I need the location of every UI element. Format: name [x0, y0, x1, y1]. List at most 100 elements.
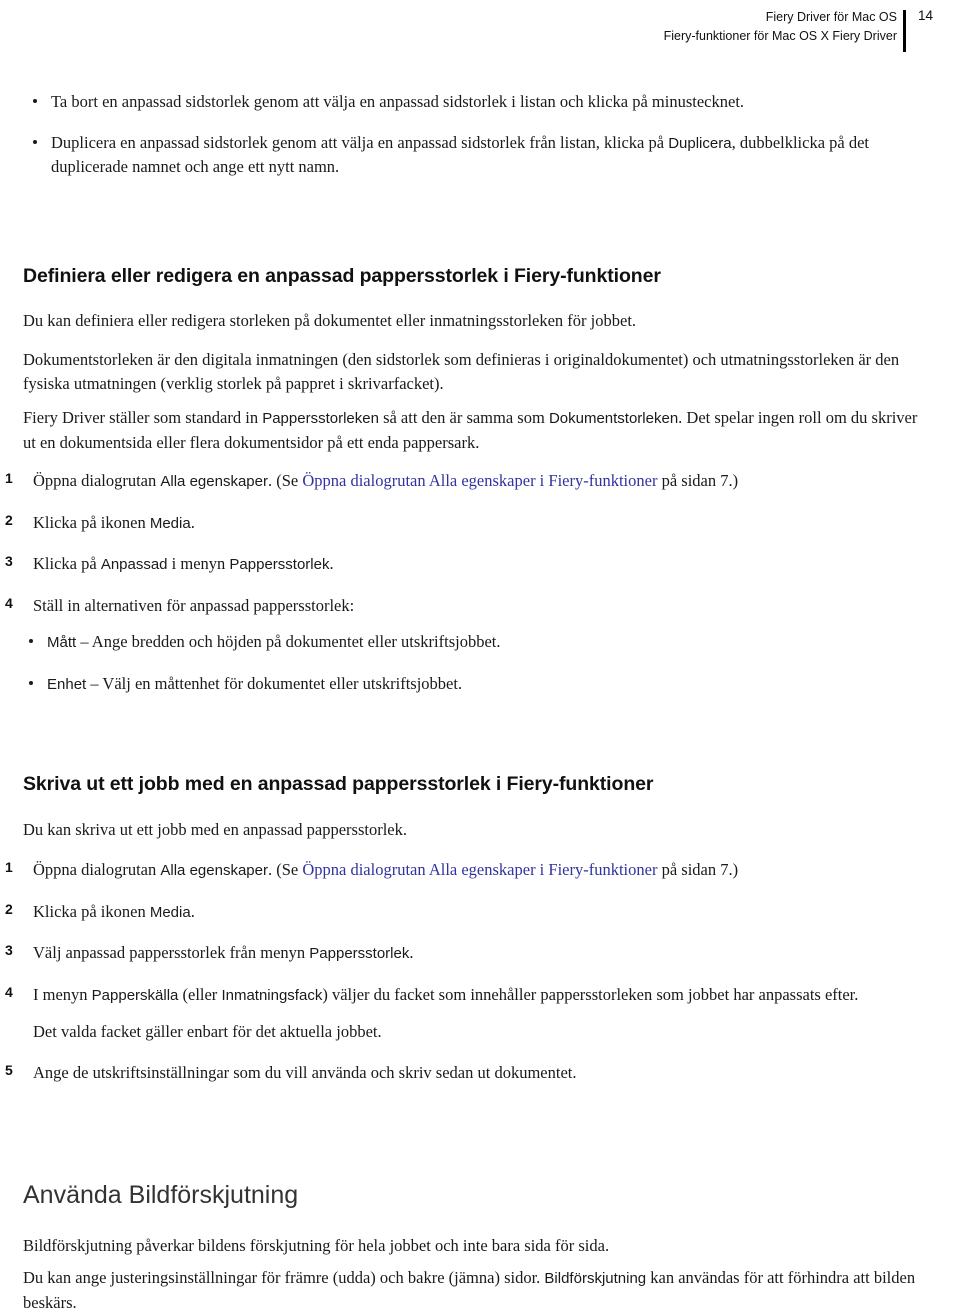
ui-term-duplicera: Duplicera: [668, 134, 732, 152]
step-item-1: 1 Öppna dialogrutan Alla egenskaper. (Se…: [0, 858, 930, 883]
step-text: Öppna dialogrutan Alla egenskaper. (Se Ö…: [33, 858, 930, 883]
section3-paragraph-2: Du kan ange justeringsinställningar för …: [23, 1266, 941, 1314]
ui-term-media: Media: [149, 903, 191, 921]
step-number: 1: [5, 859, 13, 875]
section3-paragraph-1: Bildförskjutning påverkar bildens förskj…: [23, 1236, 610, 1255]
header-title-line2: Fiery-funktioner för Mac OS X Fiery Driv…: [663, 29, 897, 43]
step-text: Klicka på ikonen Media.: [33, 511, 930, 536]
ui-term-enhet: Enhet: [47, 675, 87, 693]
section-heading-anvanda-bildforskjutning: Använda Bildförskjutning: [23, 1181, 299, 1209]
bullet-dot-icon: [33, 99, 37, 103]
step-number: 1: [5, 470, 13, 486]
text-segment: – Ange bredden och höjden på dokumentet …: [76, 632, 501, 651]
section1-intro-paragraph: Du kan definiera eller redigera storleke…: [23, 311, 637, 330]
bullet-dot-icon: [33, 139, 37, 144]
ui-term-pappersstorlek: Pappersstorlek: [229, 556, 330, 573]
ui-term-bildforskjutning: Bildförskjutning: [544, 1270, 647, 1287]
step-4-note: Det valda facket gäller enbart för det a…: [0, 1020, 930, 1044]
ui-term-inmatningsfack: Inmatningsfack: [221, 986, 323, 1004]
step-item-2: 2 Klicka på ikonen Media.: [0, 900, 930, 925]
text-segment: så att den är samma som: [378, 408, 549, 427]
text-segment: – Välj en måttenhet för dokumentet eller…: [86, 673, 463, 693]
step-number: 2: [5, 511, 13, 528]
header-titles: Fiery Driver för Mac OS Fiery-funktioner…: [664, 8, 897, 46]
section1-paragraph-3: Fiery Driver ställer som standard in Pap…: [23, 406, 929, 454]
bullet-text: Ta bort en anpassad sidstorlek genom att…: [51, 90, 925, 114]
ui-term-pappersstorlek: Pappersstorlek: [309, 945, 410, 962]
ui-term-papperskalla: Papperskälla: [91, 986, 179, 1004]
bullet-text-segment: Duplicera en anpassad sidstorlek genom a…: [51, 132, 669, 152]
text-segment: Välj anpassad pappersstorlek från menyn: [33, 943, 310, 962]
section2-intro-paragraph: Du kan skriva ut ett jobb med en anpassa…: [23, 820, 407, 839]
step-text: Ställ in alternativen för anpassad pappe…: [33, 595, 355, 615]
list-item: Duplicera en anpassad sidstorlek genom a…: [23, 131, 925, 179]
section1-paragraph-2: Dokumentstorleken är den digitala inmatn…: [23, 350, 900, 393]
section1-step-list: 1 Öppna dialogrutan Alla egenskaper. (Se…: [0, 469, 930, 617]
step-number: 4: [5, 594, 13, 611]
step-number: 2: [5, 900, 13, 917]
step-text: Ange de utskriftsinställningar som du vi…: [33, 1062, 577, 1082]
text-segment: I menyn: [33, 984, 92, 1004]
ui-term-matt: Mått: [47, 634, 77, 651]
text-segment: .: [409, 943, 414, 962]
ui-term-media: Media: [149, 514, 191, 532]
section-heading-definiera: Definiera eller redigera en anpassad pap…: [23, 265, 661, 287]
section1-sub-bullet-list: Mått – Ange bredden och höjden på dokume…: [21, 630, 901, 696]
text-segment: . (Se: [267, 471, 303, 490]
text-segment: Öppna dialogrutan: [33, 471, 161, 490]
section2-step-list: 1 Öppna dialogrutan Alla egenskaper. (Se…: [0, 858, 930, 1084]
bullet-dot-icon: [29, 639, 33, 643]
sub-bullet-text: Enhet – Välj en måttenhet för dokumentet…: [47, 672, 901, 697]
list-item: Enhet – Välj en måttenhet för dokumentet…: [21, 672, 901, 697]
bullet-dot-icon: [29, 680, 33, 685]
step-text: Klicka på ikonen Media.: [33, 900, 930, 925]
ui-term-alla-egenskaper: Alla egenskaper: [160, 862, 268, 879]
step-item-4: 4 Ställ in alternativen för anpassad pap…: [0, 594, 930, 618]
section-heading-skriva-ut: Skriva ut ett jobb med en anpassad pappe…: [23, 773, 654, 795]
text-segment: ) väljer du facket som innehåller papper…: [322, 984, 859, 1004]
step-text: Klicka på Anpassad i menyn Pappersstorle…: [33, 552, 930, 577]
ui-term-pappersstorleken: Pappersstorleken: [262, 410, 379, 427]
text-segment: i menyn: [167, 554, 230, 573]
step-text: Öppna dialogrutan Alla egenskaper. (Se Ö…: [33, 469, 930, 494]
ui-term-anpassad: Anpassad: [100, 556, 168, 573]
text-segment: . (Se: [267, 860, 303, 879]
step-number: 3: [5, 942, 13, 958]
cross-reference-link[interactable]: Öppna dialogrutan Alla egenskaper i Fier…: [302, 860, 657, 879]
cross-reference-link[interactable]: Öppna dialogrutan Alla egenskaper i Fier…: [302, 471, 657, 490]
text-segment: på sidan 7.): [657, 471, 739, 490]
document-page: Fiery Driver för Mac OS Fiery-funktioner…: [0, 0, 960, 1315]
text-segment: Du kan ange justeringsinställningar för …: [23, 1268, 545, 1287]
header-title-line1: Fiery Driver för Mac OS: [765, 10, 897, 24]
bullet-text-segment: Ta bort en anpassad sidstorlek genom att…: [51, 92, 745, 111]
step-item-1: 1 Öppna dialogrutan Alla egenskaper. (Se…: [0, 469, 930, 494]
text-segment: (eller: [178, 984, 222, 1004]
note-text: Det valda facket gäller enbart för det a…: [33, 1022, 382, 1041]
step-item-2: 2 Klicka på ikonen Media.: [0, 511, 930, 536]
step-item-3: 3 Klicka på Anpassad i menyn Pappersstor…: [0, 552, 930, 577]
text-segment: .: [190, 901, 195, 921]
top-bullet-list: Ta bort en anpassad sidstorlek genom att…: [23, 90, 925, 179]
page-number: 14: [918, 8, 934, 23]
text-segment: Öppna dialogrutan: [33, 860, 161, 879]
step-number: 4: [5, 983, 13, 1000]
step-item-5: 5 Ange de utskriftsinställningar som du …: [0, 1061, 930, 1085]
step-number: 3: [5, 553, 13, 569]
step-text: Välj anpassad pappersstorlek från menyn …: [33, 941, 930, 966]
step-number: 5: [5, 1061, 13, 1078]
text-segment: Fiery Driver ställer som standard in: [23, 408, 263, 427]
ui-term-dokumentstorleken: Dokumentstorleken: [548, 410, 679, 427]
header-divider-rule: [903, 10, 906, 52]
bullet-text: Duplicera en anpassad sidstorlek genom a…: [51, 131, 925, 179]
ui-term-alla-egenskaper: Alla egenskaper: [160, 473, 268, 490]
text-segment: Klicka på ikonen: [33, 512, 150, 532]
list-item: Ta bort en anpassad sidstorlek genom att…: [23, 90, 925, 114]
running-header: Fiery Driver för Mac OS Fiery-funktioner…: [0, 8, 960, 54]
step-text: I menyn Papperskälla (eller Inmatningsfa…: [33, 983, 930, 1008]
text-segment: .: [329, 554, 334, 573]
step-item-3: 3 Välj anpassad pappersstorlek från meny…: [0, 941, 930, 966]
sub-bullet-text: Mått – Ange bredden och höjden på dokume…: [47, 630, 901, 655]
text-segment: Klicka på: [33, 554, 101, 573]
step-item-4: 4 I menyn Papperskälla (eller Inmatnings…: [0, 983, 930, 1008]
text-segment: .: [190, 512, 195, 532]
